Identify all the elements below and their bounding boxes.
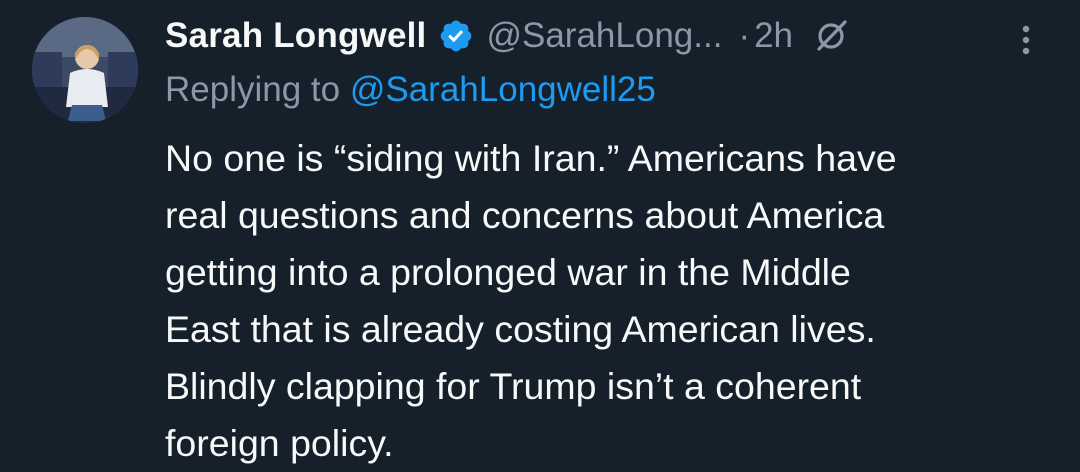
tweet-text-line: East that is already costing American li…	[165, 308, 876, 350]
tweet[interactable]: Sarah Longwell @SarahLong... · 2h Replyi…	[0, 0, 1080, 464]
avatar[interactable]	[32, 17, 138, 123]
tweet-text-line: Blindly clapping for Trump isn’t a coher…	[165, 365, 862, 407]
display-name[interactable]: Sarah Longwell	[165, 16, 426, 56]
author-handle[interactable]: @SarahLong...	[486, 16, 722, 56]
replying-to: Replying to @SarahLongwell25	[165, 70, 656, 110]
more-options-icon[interactable]	[1014, 20, 1038, 60]
replying-to-handle-link[interactable]: @SarahLongwell25	[350, 70, 656, 109]
tweet-text-line: getting into a prolonged war in the Midd…	[165, 251, 851, 293]
avatar-image	[32, 17, 138, 123]
replying-to-label: Replying to	[165, 70, 341, 109]
tweet-text-line: foreign policy.	[165, 422, 394, 464]
tweet-header: Sarah Longwell @SarahLong... · 2h	[165, 12, 851, 60]
separator-dot: ·	[738, 16, 751, 55]
tweet-text-line: No one is “siding with Iran.” Americans …	[165, 137, 897, 179]
tweet-text: No one is “siding with Iran.” Americans …	[165, 130, 1045, 472]
timestamp[interactable]: 2h	[754, 16, 793, 56]
verified-badge-icon	[438, 18, 474, 54]
grok-icon[interactable]	[811, 16, 851, 56]
tweet-text-line: real questions and concerns about Americ…	[165, 194, 885, 236]
